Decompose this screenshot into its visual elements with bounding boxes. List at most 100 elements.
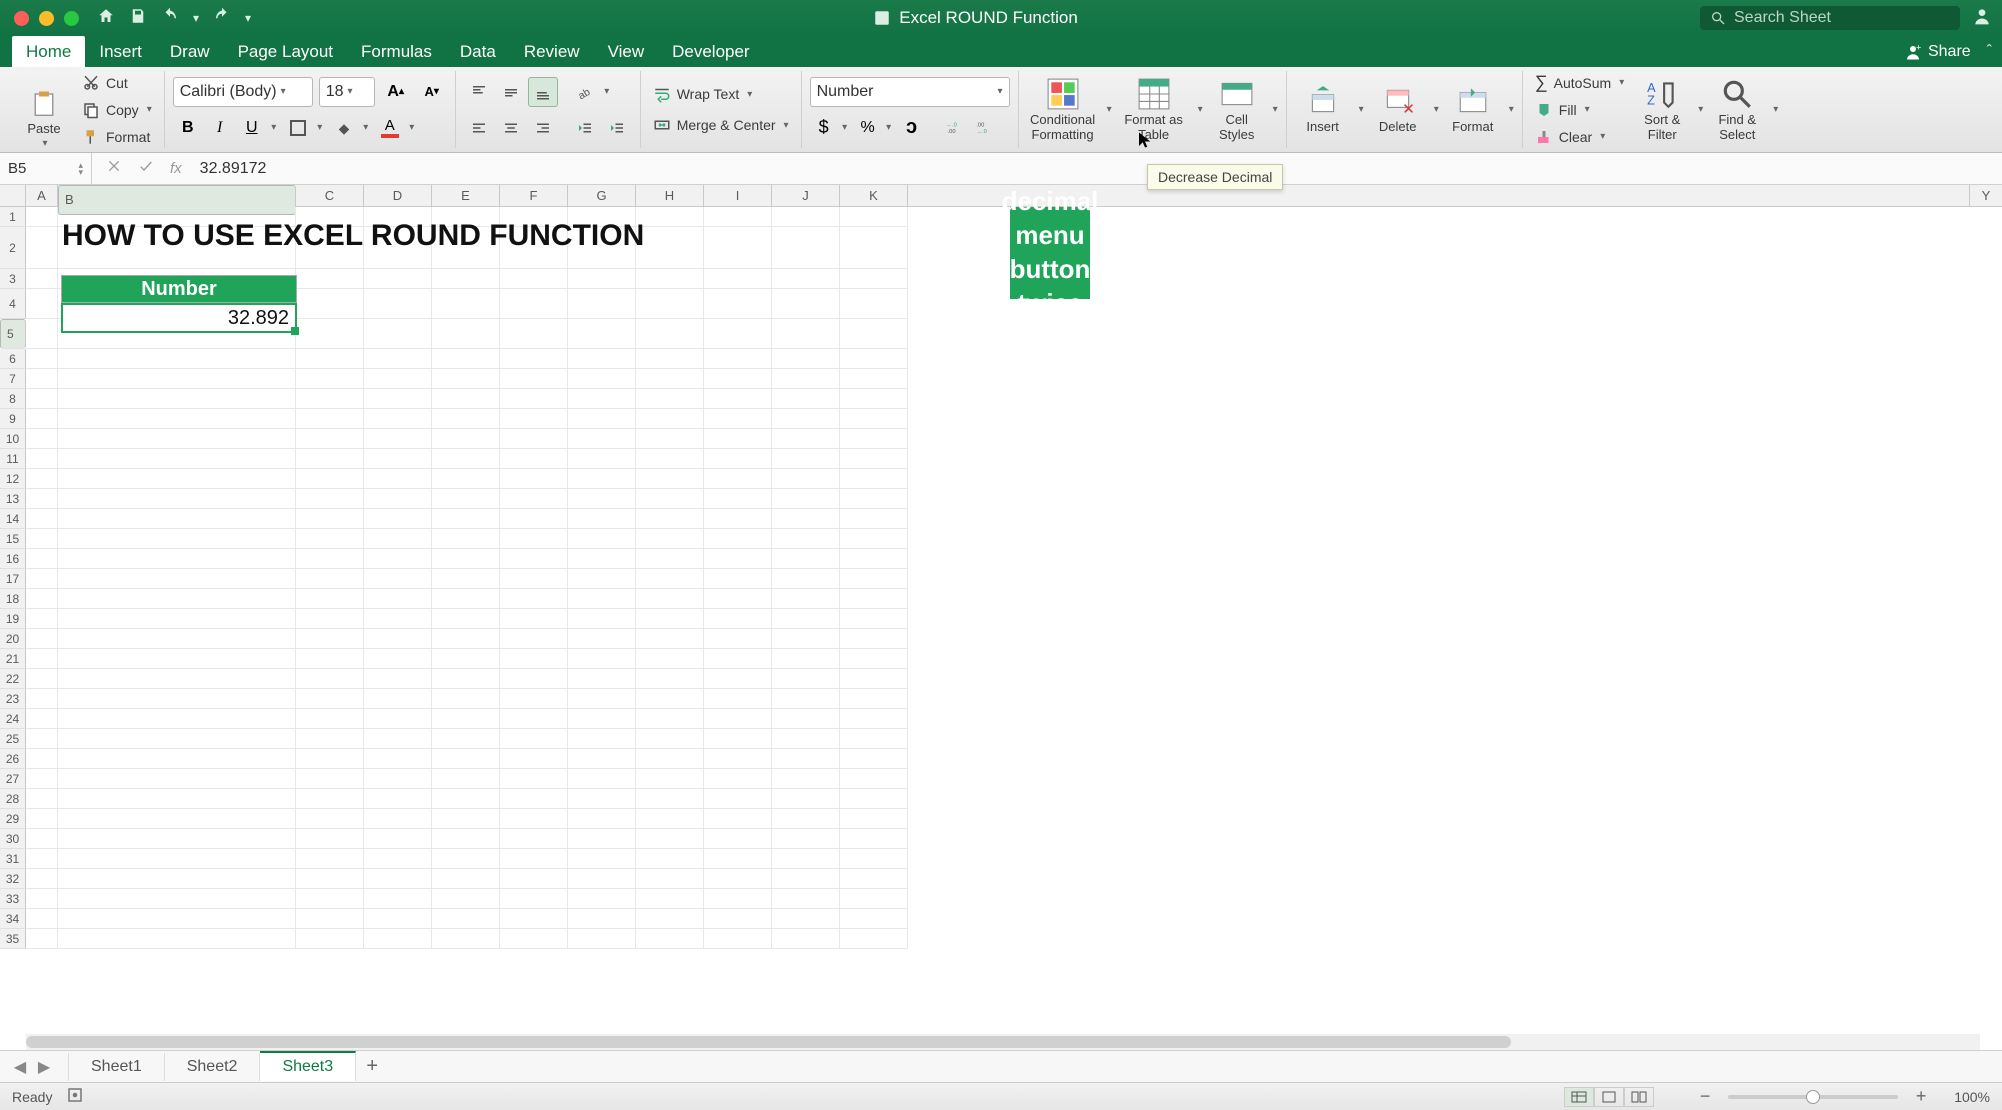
col-header-y[interactable]: Y	[1969, 185, 2002, 207]
clear-button[interactable]: Clear▾	[1531, 124, 1628, 149]
undo-icon[interactable]	[161, 7, 179, 30]
zoom-slider[interactable]	[1728, 1095, 1898, 1099]
tab-review[interactable]: Review	[510, 36, 594, 67]
formula-input[interactable]: 32.89172	[196, 160, 267, 178]
row-header[interactable]: 4	[0, 289, 26, 319]
row-header[interactable]: 2	[0, 227, 26, 269]
format-painter-button[interactable]: Format	[78, 124, 156, 149]
row-header[interactable]: 35	[0, 929, 26, 949]
row-header[interactable]: 3	[0, 269, 26, 289]
row-header[interactable]: 34	[0, 909, 26, 929]
format-cells-button[interactable]: Format	[1445, 71, 1501, 149]
increase-font-button[interactable]: A▴	[381, 77, 411, 107]
tab-home[interactable]: Home	[12, 36, 85, 67]
row-header[interactable]: 15	[0, 529, 26, 549]
close-window[interactable]	[14, 11, 29, 26]
save-icon[interactable]	[129, 7, 147, 30]
decrease-font-button[interactable]: A▾	[417, 77, 447, 107]
row-header[interactable]: 28	[0, 789, 26, 809]
zoom-level[interactable]: 100%	[1954, 1089, 1990, 1105]
number-format-select[interactable]: Number▾	[810, 77, 1010, 107]
underline-button[interactable]: U▾	[237, 113, 281, 143]
row-header[interactable]: 8	[0, 389, 26, 409]
paste-button[interactable]: Paste ▾	[16, 71, 72, 149]
decrease-indent-button[interactable]	[570, 113, 600, 143]
select-all-corner[interactable]	[0, 185, 26, 206]
increase-indent-button[interactable]	[602, 113, 632, 143]
font-name-select[interactable]: Calibri (Body)▾	[173, 77, 313, 107]
tab-formulas[interactable]: Formulas	[347, 36, 446, 67]
decrease-decimal-button[interactable]: .00→.0	[970, 113, 998, 143]
sheet-tab-2[interactable]: Sheet2	[165, 1053, 261, 1081]
row-header[interactable]: 7	[0, 369, 26, 389]
fill-button[interactable]: Fill▾	[1531, 97, 1628, 122]
row-header[interactable]: 25	[0, 729, 26, 749]
wrap-text-button[interactable]: Wrap Text▾	[649, 82, 793, 107]
col-header-g[interactable]: G	[568, 185, 636, 206]
scrollbar-thumb[interactable]	[26, 1036, 1511, 1048]
row-header[interactable]: 5	[0, 319, 26, 349]
col-header-i[interactable]: I	[704, 185, 772, 206]
cut-button[interactable]: Cut	[78, 70, 156, 95]
align-top-button[interactable]	[464, 77, 494, 107]
row-header[interactable]: 21	[0, 649, 26, 669]
sort-filter-button[interactable]: AZ Sort & Filter	[1634, 71, 1690, 149]
currency-button[interactable]: $▾	[810, 113, 852, 143]
enter-formula-icon[interactable]	[138, 158, 154, 179]
font-size-select[interactable]: 18▾	[319, 77, 375, 107]
row-header[interactable]: 13	[0, 489, 26, 509]
percent-button[interactable]: %▾	[854, 113, 896, 143]
row-header[interactable]: 27	[0, 769, 26, 789]
comma-button[interactable]: ͻ	[898, 113, 926, 143]
row-header[interactable]: 6	[0, 349, 26, 369]
row-header[interactable]: 30	[0, 829, 26, 849]
tab-insert[interactable]: Insert	[85, 36, 156, 67]
collapse-ribbon-icon[interactable]: ˆ	[1977, 43, 2002, 67]
zoom-slider-knob[interactable]	[1806, 1090, 1820, 1104]
col-header-d[interactable]: D	[364, 185, 432, 206]
col-header-c[interactable]: C	[296, 185, 364, 206]
row-header[interactable]: 1	[0, 207, 26, 227]
row-header[interactable]: 33	[0, 889, 26, 909]
conditional-formatting-button[interactable]: Conditional Formatting	[1027, 71, 1099, 149]
zoom-out-button[interactable]: −	[1696, 1086, 1714, 1107]
tab-data[interactable]: Data	[446, 36, 510, 67]
row-header[interactable]: 12	[0, 469, 26, 489]
row-header[interactable]: 9	[0, 409, 26, 429]
cancel-formula-icon[interactable]	[106, 158, 122, 179]
col-header-e[interactable]: E	[432, 185, 500, 206]
tab-developer[interactable]: Developer	[658, 36, 764, 67]
row-header[interactable]: 10	[0, 429, 26, 449]
fill-color-button[interactable]: ▾	[329, 113, 373, 143]
border-button[interactable]: ▾	[283, 113, 327, 143]
share-button[interactable]: + Share	[1898, 43, 1977, 67]
search-sheet-box[interactable]: Search Sheet	[1700, 6, 1960, 30]
sheet-tab-1[interactable]: Sheet1	[68, 1053, 165, 1081]
row-header[interactable]: 11	[0, 449, 26, 469]
merge-center-button[interactable]: Merge & Center▾	[649, 113, 793, 138]
align-bottom-button[interactable]	[528, 77, 558, 107]
autosum-button[interactable]: ∑AutoSum▾	[1531, 70, 1628, 95]
user-icon[interactable]	[1972, 6, 1992, 31]
row-header[interactable]: 17	[0, 569, 26, 589]
row-header[interactable]: 22	[0, 669, 26, 689]
cell-b4-header[interactable]: Number	[61, 275, 297, 303]
copy-button[interactable]: Copy▾	[78, 97, 156, 122]
row-header[interactable]: 14	[0, 509, 26, 529]
row-header[interactable]: 24	[0, 709, 26, 729]
horizontal-scrollbar[interactable]	[26, 1034, 1980, 1050]
cell-styles-button[interactable]: Cell Styles	[1209, 71, 1265, 149]
cell-b5-selected[interactable]: 32.892	[61, 303, 297, 333]
row-header[interactable]: 31	[0, 849, 26, 869]
row-header[interactable]: 19	[0, 609, 26, 629]
tab-view[interactable]: View	[594, 36, 659, 67]
page-layout-view-button[interactable]	[1594, 1087, 1624, 1107]
maximize-window[interactable]	[64, 11, 79, 26]
row-header[interactable]: 26	[0, 749, 26, 769]
page-break-view-button[interactable]	[1624, 1087, 1654, 1107]
italic-button[interactable]: I	[205, 113, 235, 143]
fill-handle[interactable]	[291, 327, 299, 335]
find-select-button[interactable]: Find & Select	[1709, 71, 1765, 149]
row-header[interactable]: 16	[0, 549, 26, 569]
undo-dropdown[interactable]: ▾	[193, 11, 199, 25]
